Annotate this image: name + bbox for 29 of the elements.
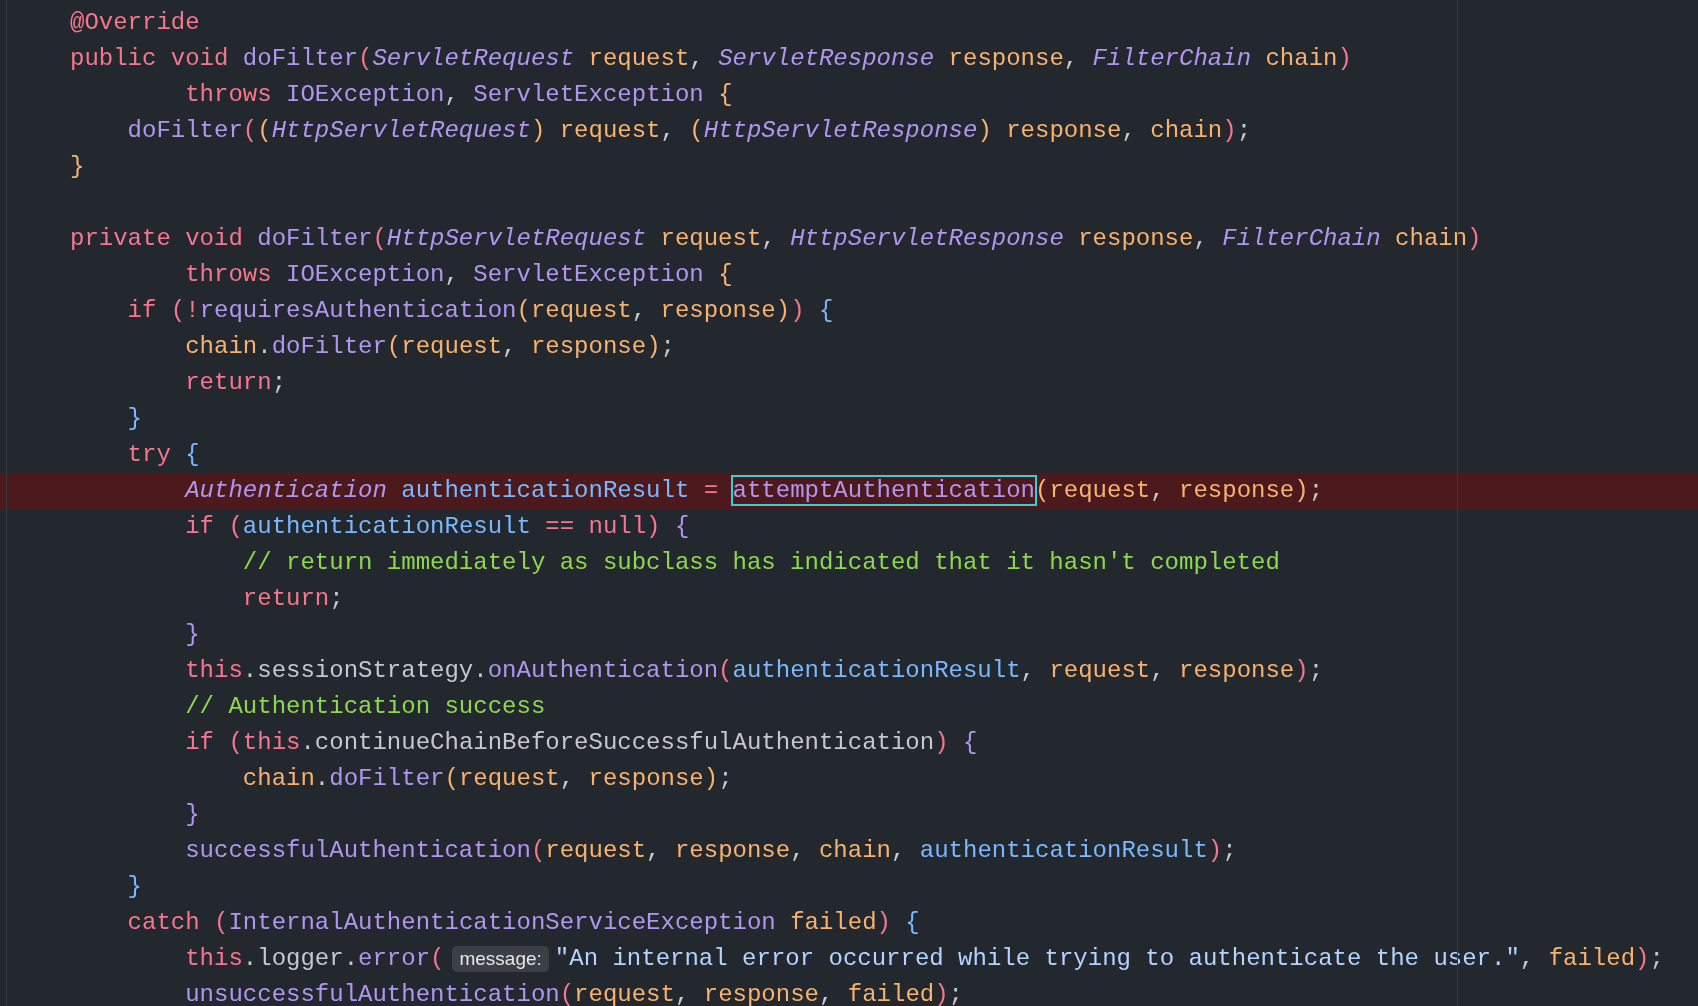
code-line: this.sessionStrategy.onAuthentication(authenticationResult, request, response); — [184, 656, 1324, 686]
code-line: if (authenticationResult == null) { — [184, 512, 690, 542]
code-line: successfulAuthentication(request, response, chain, authenticationResult); — [184, 836, 1237, 866]
code-line: // return immediately as subclass has indicated that it hasn't completed — [241, 548, 1280, 578]
code-line: chain.doFilter(request, response); — [184, 332, 675, 362]
code-line: @Override — [70, 8, 200, 38]
code-line: } — [184, 620, 200, 650]
code-line: catch (InternalAuthenticationServiceException failed) { — [126, 908, 920, 938]
code-line: try { — [126, 440, 200, 470]
code-line: doFilter((HttpServletRequest) request, (HttpServletResponse) response, chain); — [126, 116, 1252, 146]
code-line: Authentication authenticationResult = attemptAuthentication(request, response); — [183, 476, 1324, 506]
code-line: unsuccessfulAuthentication(request, response, failed); — [184, 980, 963, 1006]
code-line: if (!requiresAuthentication(request, response)) { — [126, 296, 834, 326]
code-line: if (this.continueChainBeforeSuccessfulAuthentication) { — [184, 728, 978, 758]
code-line: } — [126, 872, 142, 902]
code-line: return; — [241, 584, 344, 614]
code-line: } — [70, 152, 85, 182]
code-line: throws IOException, ServletException { — [184, 260, 733, 290]
code-line: chain.doFilter(request, response); — [241, 764, 733, 794]
code-line: private void doFilter(HttpServletRequest request, HttpServletResponse response, FilterChain chain) — [70, 224, 1482, 254]
code-line: this.logger.error( — [184, 944, 445, 974]
code-line: } — [184, 800, 200, 830]
code-line: "An internal error occurred while trying to authenticate the user.", failed); — [554, 944, 1664, 974]
code-line: } — [126, 404, 142, 434]
code-line: throws IOException, ServletException { — [184, 80, 733, 110]
code-line: return; — [184, 368, 287, 398]
parameter-hint: message: — [452, 946, 549, 972]
code-line: // Authentication success — [184, 692, 546, 722]
code-line: public void doFilter(ServletRequest request, ServletResponse response, FilterChain chain) — [70, 44, 1352, 74]
